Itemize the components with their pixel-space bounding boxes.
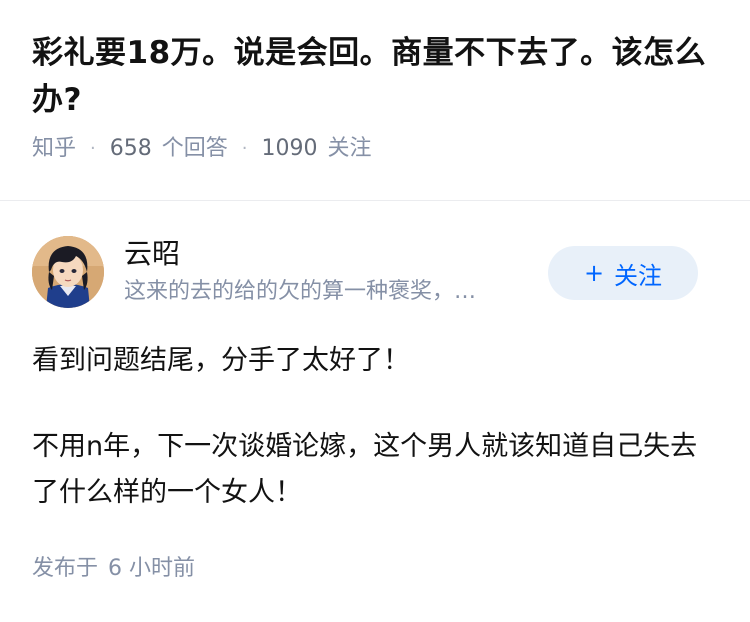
author-name[interactable]: 云昭 [124,236,180,272]
source-label[interactable]: 知乎 [32,134,76,164]
follower-count-label[interactable]: 关注 [328,134,372,164]
plus-icon: + [583,259,605,287]
answer-paragraph: 看到问题结尾，分手了太好了！ [32,345,410,376]
section-divider [0,200,750,201]
avatar[interactable] [32,236,104,308]
answer-content: 看到问题结尾，分手了太好了！ 不用n年，下一次谈婚论嫁，这个男人就该知道自己失去… [32,338,722,516]
answer-count-label[interactable]: 个回答 [162,134,228,164]
answer-count: 658 [109,136,152,161]
post-time-value: 6 小时前 [108,556,196,581]
meta-separator-dot: · [241,138,248,159]
post-time-label: 发布于 [32,556,99,581]
author-card: 云昭 这来的去的给的欠的算一种褒奖，… + 关注 [32,236,718,308]
question-meta: 知乎 · 658 个回答 · 1090 关注 [32,134,722,164]
meta-separator-dot: · [90,138,96,159]
anime-character-avatar-icon [32,236,104,308]
follower-count: 1090 [261,136,318,161]
follow-button[interactable]: + 关注 [548,246,698,300]
question-title[interactable]: 彩礼要18万。说是会回。商量不下去了。该怎么办? [32,30,722,124]
question-header: 彩礼要18万。说是会回。商量不下去了。该怎么办? 知乎 · 658 个回答 · … [32,30,722,164]
follow-button-label: 关注 [614,261,663,290]
post-time: 发布于 6 小时前 [32,554,195,584]
author-bio: 这来的去的给的欠的算一种褒奖，… [124,279,477,304]
answer-paragraph: 不用n年，下一次谈婚论嫁，这个男人就该知道自己失去了什么样的一个女人！ [32,431,698,508]
